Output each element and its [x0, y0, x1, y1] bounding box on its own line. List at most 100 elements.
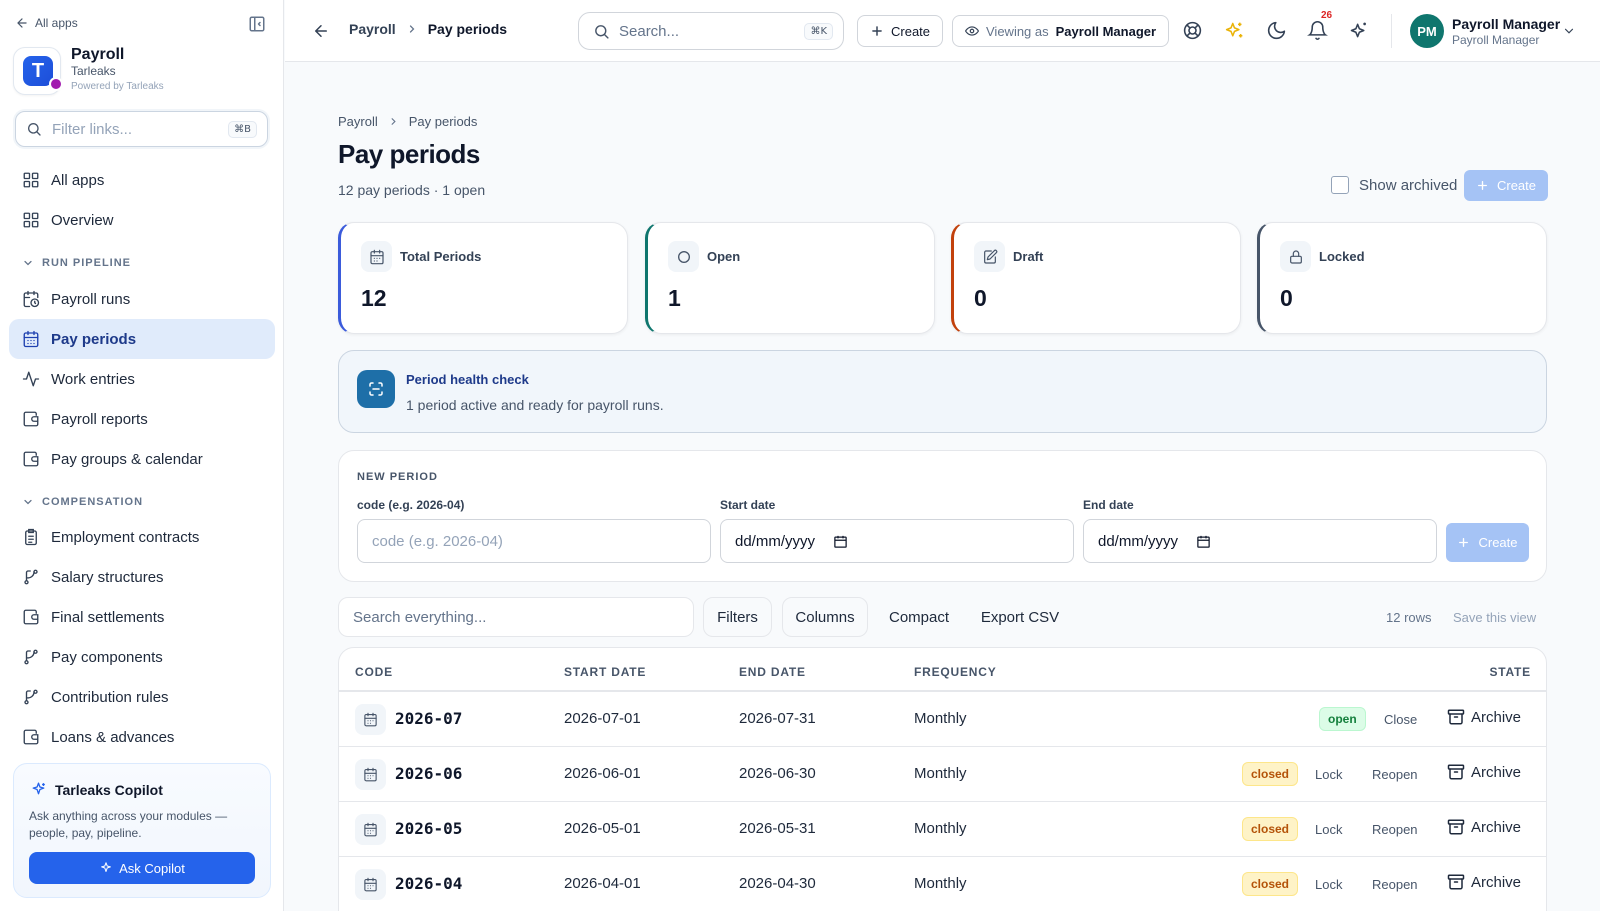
viewing-as-button[interactable]: Viewing as Payroll Manager [952, 15, 1170, 47]
export-csv-button[interactable]: Export CSV [970, 597, 1070, 637]
archive-label: Archive [1471, 818, 1522, 836]
column-header-state[interactable]: STATE [1489, 665, 1531, 679]
table-search-input[interactable] [353, 608, 679, 626]
bell-icon[interactable] [1307, 20, 1328, 41]
table-row[interactable]: 2026-04 2026-04-01 2026-04-30 Monthly cl… [339, 857, 1546, 911]
back-arrow-icon[interactable] [312, 22, 330, 40]
health-title: Period health check [406, 372, 529, 387]
sidebar-item-overview[interactable]: Overview [9, 200, 275, 240]
ai-sparkle-icon[interactable] [1348, 20, 1369, 41]
wallet-icon [22, 410, 40, 428]
sidebar-item-work-entries[interactable]: Work entries [9, 359, 275, 399]
close-period-button[interactable]: Close [1384, 712, 1417, 727]
create-period-button[interactable]: Create [1464, 170, 1548, 201]
user-name[interactable]: Payroll Manager [1452, 16, 1560, 32]
clipboard-icon [22, 528, 40, 546]
period-code[interactable]: 2026-07 [395, 709, 462, 728]
calendar-picker-icon[interactable] [1196, 534, 1211, 549]
create-new-period-button[interactable]: Create [1446, 523, 1529, 562]
code-input[interactable] [372, 532, 696, 550]
lock-period-button[interactable]: Lock [1315, 822, 1342, 837]
start-date-field[interactable]: dd/mm/yyyy [720, 519, 1074, 563]
table-row[interactable]: 2026-06 2026-06-01 2026-06-30 Monthly cl… [339, 747, 1546, 802]
period-code[interactable]: 2026-04 [395, 874, 462, 893]
compact-button[interactable]: Compact [878, 597, 960, 637]
calendar-icon [363, 822, 378, 837]
lock-period-button[interactable]: Lock [1315, 877, 1342, 892]
back-to-all-apps-link[interactable]: All apps [15, 16, 78, 30]
archive-button[interactable]: Archive [1447, 708, 1521, 726]
save-view-button[interactable]: Save this view [1453, 610, 1536, 625]
circle-icon [676, 249, 692, 265]
columns-button[interactable]: Columns [782, 597, 868, 637]
sidebar-item-loans-advances[interactable]: Loans & advances [9, 717, 275, 757]
sidebar-item-pay-components[interactable]: Pay components [9, 637, 275, 677]
section-run-pipeline[interactable]: RUN PIPELINE [22, 257, 131, 269]
sidebar-item-label: Pay groups & calendar [51, 450, 203, 468]
reopen-period-button[interactable]: Reopen [1372, 877, 1418, 892]
column-header-end-date[interactable]: END DATE [739, 665, 806, 679]
archive-button[interactable]: Archive [1447, 818, 1521, 836]
moon-icon[interactable] [1266, 20, 1287, 41]
sidebar-item-label: Final settlements [51, 608, 165, 626]
filters-button[interactable]: Filters [703, 597, 772, 637]
archive-button[interactable]: Archive [1447, 763, 1521, 781]
table-row[interactable]: 2026-05 2026-05-01 2026-05-31 Monthly cl… [339, 802, 1546, 857]
end-date-cell: 2026-05-31 [739, 820, 816, 837]
start-date-label: Start date [720, 498, 776, 512]
viewing-as-prefix: Viewing as [986, 23, 1049, 39]
sidebar-collapse-icon[interactable] [248, 15, 266, 33]
chevron-down-icon[interactable] [1562, 24, 1576, 38]
frequency-cell: Monthly [914, 820, 967, 837]
sidebar-item-all-apps[interactable]: All apps [9, 160, 275, 200]
ask-copilot-button[interactable]: Ask Copilot [29, 852, 255, 884]
edit-icon [982, 249, 998, 265]
filter-links-input[interactable] [52, 120, 222, 138]
sidebar-item-payroll-reports[interactable]: Payroll reports [9, 399, 275, 439]
sidebar-item-final-settlements[interactable]: Final settlements [9, 597, 275, 637]
sidebar-item-payroll-runs[interactable]: Payroll runs [9, 279, 275, 319]
reopen-period-button[interactable]: Reopen [1372, 822, 1418, 837]
sidebar-item-employment-contracts[interactable]: Employment contracts [9, 517, 275, 557]
reopen-period-button[interactable]: Reopen [1372, 767, 1418, 782]
new-period-section-label: NEW PERIOD [357, 471, 438, 483]
breadcrumb-payroll-link[interactable]: Payroll [338, 114, 378, 129]
avatar[interactable]: PM [1410, 14, 1444, 48]
archive-button[interactable]: Archive [1447, 873, 1521, 891]
app-powered-by: Powered by Tarleaks [71, 81, 164, 92]
stat-value: 1 [668, 285, 681, 311]
calendar-picker-icon[interactable] [833, 534, 848, 549]
chevron-down-icon [22, 496, 34, 508]
topbar: Payroll Pay periods ⌘K Create Viewing as… [285, 0, 1600, 62]
sparkles-icon[interactable] [1224, 20, 1245, 41]
sparkle-icon [30, 781, 47, 798]
sidebar-item-pay-periods[interactable]: Pay periods [9, 319, 275, 359]
column-header-code[interactable]: CODE [355, 665, 393, 679]
create-label: Create [1478, 535, 1518, 550]
show-archived-checkbox[interactable] [1331, 176, 1349, 194]
column-header-start-date[interactable]: START DATE [564, 665, 646, 679]
end-date-field[interactable]: dd/mm/yyyy [1083, 519, 1437, 563]
period-code[interactable]: 2026-06 [395, 764, 462, 783]
column-header-frequency[interactable]: FREQUENCY [914, 665, 997, 679]
stat-icon [974, 241, 1005, 272]
table-row[interactable]: 2026-07 2026-07-01 2026-07-31 Monthly op… [339, 692, 1546, 747]
archive-label: Archive [1471, 708, 1522, 726]
create-button[interactable]: Create [857, 15, 944, 47]
breadcrumb-payroll-link[interactable]: Payroll [349, 21, 396, 37]
status-badge: open [1319, 707, 1366, 731]
period-code[interactable]: 2026-05 [395, 819, 462, 838]
sidebar-item-contribution-rules[interactable]: Contribution rules [9, 677, 275, 717]
frequency-cell: Monthly [914, 765, 967, 782]
app-logo-badge [49, 77, 63, 91]
help-lifebuoy-icon[interactable] [1182, 20, 1203, 41]
end-date-cell: 2026-06-30 [739, 765, 816, 782]
sidebar-item-label: Salary structures [51, 568, 164, 586]
sidebar: All apps T Payroll Tarleaks Powered by T… [0, 0, 284, 911]
section-compensation[interactable]: COMPENSATION [22, 496, 143, 508]
show-archived-toggle[interactable]: Show archived [1331, 176, 1457, 194]
lock-period-button[interactable]: Lock [1315, 767, 1342, 782]
sidebar-item-salary-structures[interactable]: Salary structures [9, 557, 275, 597]
sidebar-item-pay-groups[interactable]: Pay groups & calendar [9, 439, 275, 479]
global-search-input[interactable] [619, 22, 789, 40]
